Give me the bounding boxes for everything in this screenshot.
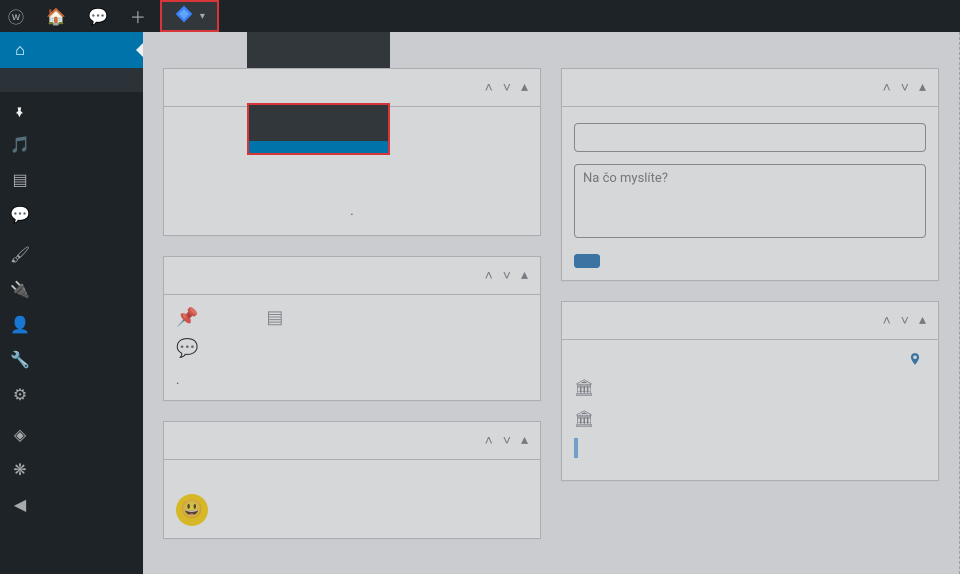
plug-icon: 🔌 — [10, 280, 30, 299]
add-new[interactable]: ＋ — [122, 0, 160, 32]
box-down-icon[interactable]: ˅ — [901, 312, 909, 329]
sidebar-item-plugins[interactable]: 🔌 — [0, 272, 143, 307]
sidebar-item-tools[interactable]: 🔧 — [0, 342, 143, 377]
home-icon: 🏠 — [46, 7, 66, 26]
site-name[interactable]: 🏠 — [38, 0, 80, 32]
comment-icon: 💬 — [10, 205, 30, 224]
sidebar-sub-updates[interactable] — [0, 80, 143, 92]
ls-purge-cssjs[interactable] — [249, 129, 388, 141]
wrench-icon: 🔧 — [10, 350, 30, 369]
collapse-icon: ◀ — [10, 495, 30, 514]
commenter-avatar: 😃 — [176, 494, 208, 526]
litespeed-purge-submenu — [247, 103, 390, 155]
box-down-icon[interactable]: ˅ — [503, 267, 511, 284]
litespeed-dropdown — [247, 32, 390, 68]
quick-draft-box: ˄ ˅ ▴ — [561, 68, 939, 281]
box-up-icon[interactable]: ˄ — [883, 312, 891, 329]
ls-menu-settings[interactable] — [247, 44, 390, 56]
sidebar-item-settings[interactable]: ⚙ — [0, 377, 143, 412]
box-down-icon[interactable]: ˅ — [503, 432, 511, 449]
sidebar-item-fail2ban[interactable]: ❋ — [0, 452, 143, 487]
box-down-icon[interactable]: ˅ — [901, 79, 909, 96]
chevron-down-icon: ▾ — [200, 11, 205, 22]
sidebar-item-appearance[interactable]: 🖌 — [0, 237, 143, 272]
ls-purge-lscache[interactable] — [249, 117, 388, 129]
litespeed-icon: ◈ — [10, 425, 30, 444]
sidebar-item-litespeed[interactable]: ◈ — [0, 417, 143, 452]
sidebar-item-users[interactable]: 👤 — [0, 307, 143, 342]
box-toggle-icon[interactable]: ▴ — [521, 432, 528, 449]
at-a-glance-box: ˄˅▴ 📌 ▤ 💬 . — [163, 256, 541, 401]
dashboard-icon: ⌂ — [10, 40, 30, 60]
page-icon: ▤ — [266, 307, 283, 328]
ls-menu-manage[interactable] — [247, 32, 390, 44]
sliders-icon: ⚙ — [10, 385, 30, 404]
sidebar-sub-home[interactable] — [0, 68, 143, 80]
events-box: ˄ ˅ ▴ 🏛 — [561, 301, 939, 481]
box-up-icon[interactable]: ˄ — [485, 432, 493, 449]
sidebar-item-media[interactable]: 🎵 — [0, 127, 143, 162]
admin-sidebar: ⌂ 🎵 ▤ 💬 🖌 🔌 👤 🔧 ⚙ ◈ ❋ ◀ — [0, 32, 143, 574]
wordcamp-icon: 🏛 — [574, 409, 594, 428]
user-icon: 👤 — [10, 315, 30, 334]
draft-title-input[interactable] — [574, 123, 926, 152]
sidebar-item-posts[interactable] — [0, 97, 143, 127]
box-toggle-icon[interactable]: ▴ — [919, 312, 926, 329]
box-toggle-icon[interactable]: ▴ — [521, 267, 528, 284]
litespeed-icon — [174, 4, 194, 28]
save-draft-button[interactable] — [574, 254, 600, 268]
activity-box: ˄ ˅ ▴ 😃 — [163, 421, 541, 539]
brush-icon: 🖌 — [10, 245, 30, 264]
sidebar-item-pages[interactable]: ▤ — [0, 162, 143, 197]
box-up-icon[interactable]: ˄ — [485, 79, 493, 96]
comments-bubble[interactable]: 💬 — [80, 0, 122, 32]
sidebar-item-comments[interactable]: 💬 — [0, 197, 143, 232]
pin-icon: 📌 — [176, 307, 198, 328]
shield-icon: ❋ — [10, 460, 30, 479]
location-pin-icon — [908, 352, 922, 366]
ls-purge-all[interactable] — [249, 105, 388, 117]
media-icon: 🎵 — [10, 135, 30, 154]
page-icon: ▤ — [10, 170, 30, 189]
ls-purge-opcode[interactable] — [249, 141, 388, 153]
sidebar-item-dashboard[interactable]: ⌂ — [0, 32, 143, 68]
admin-toolbar: ⓦ 🏠 💬 ＋ ▾ — [0, 0, 960, 32]
draft-content-textarea[interactable] — [574, 164, 926, 238]
plus-icon: ＋ — [130, 4, 146, 28]
wordcamp-icon: 🏛 — [574, 378, 594, 397]
pin-icon — [10, 105, 30, 119]
select-location-link[interactable] — [908, 352, 926, 366]
comment-icon: 💬 — [176, 338, 198, 359]
ls-menu-image-opt[interactable] — [247, 56, 390, 68]
box-up-icon[interactable]: ˄ — [883, 79, 891, 96]
box-toggle-icon[interactable]: ▴ — [919, 79, 926, 96]
wp-logo[interactable]: ⓦ — [0, 0, 38, 32]
box-up-icon[interactable]: ˄ — [485, 267, 493, 284]
box-toggle-icon[interactable]: ▴ — [521, 79, 528, 96]
comment-icon: 💬 — [88, 7, 108, 26]
litespeed-toolbar-button[interactable]: ▾ — [160, 0, 219, 32]
box-down-icon[interactable]: ˅ — [503, 79, 511, 96]
sidebar-collapse[interactable]: ◀ — [0, 487, 143, 522]
